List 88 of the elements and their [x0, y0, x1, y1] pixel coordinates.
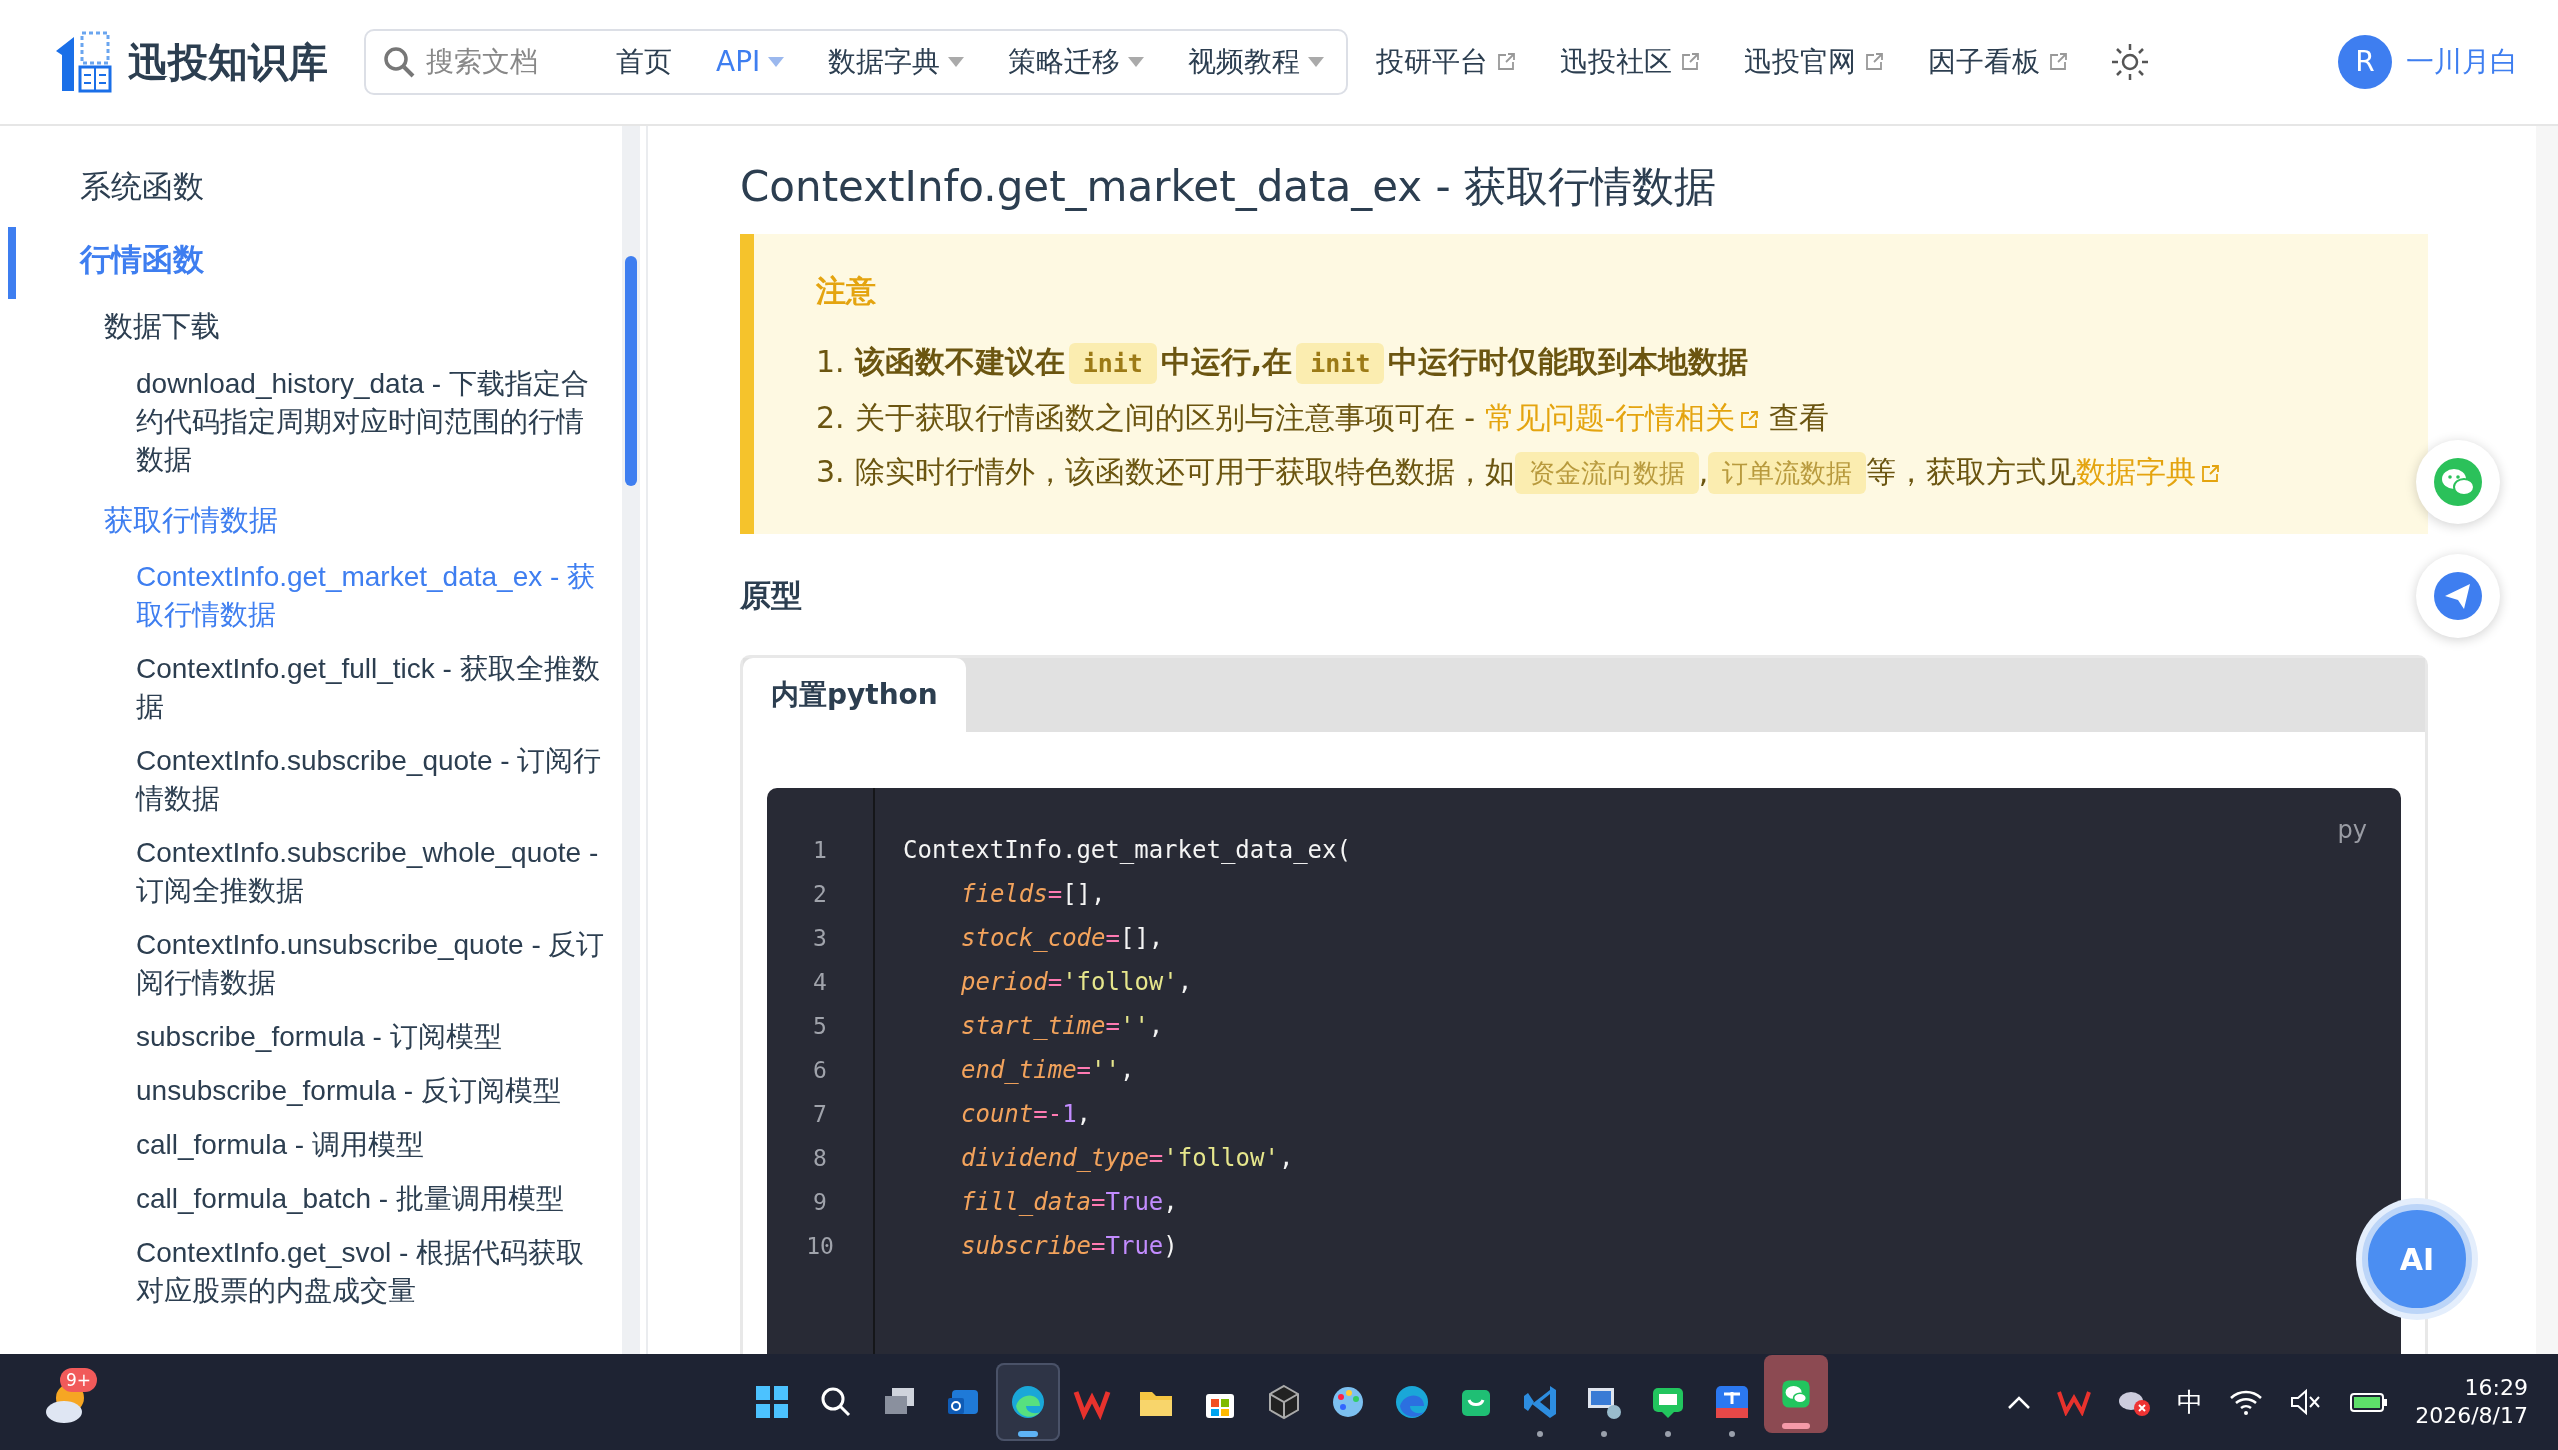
notice-text: 除实时行情外，该函数还可用于获取特色数据，如 资金流向数据 , 订单流数据 等，获取方式见数据字典 — [854, 445, 2221, 501]
data-tag: 订单流数据 — [1708, 452, 1867, 495]
chat-bubbles-icon — [2433, 457, 2483, 507]
list-number: 3. — [816, 453, 845, 492]
sidebar-item[interactable]: subscribe_formula - 订阅模型 — [0, 1016, 646, 1070]
code-line: dividend_type='follow', — [960, 1142, 1295, 1174]
line-number: 7 — [812, 1099, 828, 1129]
taskbar-app[interactable] — [996, 1363, 1060, 1441]
code-line: stock_code=[], — [960, 922, 1165, 954]
nav-link[interactable]: 迅投社区 — [1538, 41, 1723, 83]
data-tag: 资金流向数据 — [1514, 452, 1699, 495]
code-line: subscribe=True) — [960, 1230, 1179, 1262]
sidebar-item[interactable]: 数据下载 — [0, 299, 646, 363]
sidebar-item[interactable]: ContextInfo.unsubscribe_quote - 反订阅行情数据 — [0, 924, 646, 1016]
w-letter-icon — [2057, 1388, 2092, 1416]
scroll-thumb[interactable] — [625, 256, 637, 486]
line-number: 5 — [812, 1011, 828, 1041]
section-heading: 原型 — [740, 576, 803, 616]
notice-title: 注意 — [816, 272, 877, 311]
line-number: 8 — [812, 1143, 828, 1173]
code-line: fill_data=True, — [960, 1186, 1179, 1218]
line-number: 10 — [805, 1231, 835, 1261]
sidebar-item[interactable]: 系统函数 — [0, 154, 646, 227]
code-line: ContextInfo.get_market_data_ex( — [903, 834, 1351, 866]
sidebar-item[interactable]: ContextInfo.get_market_data_ex - 获取行情数据 — [0, 556, 646, 648]
site-logo-text[interactable]: 迅投知识库 — [128, 32, 328, 92]
search-field[interactable]: 搜索文档 首页 API 数据字典 策略迁移 视频教程 — [364, 29, 1349, 95]
caret-icon — [1308, 57, 1325, 67]
user-name[interactable]: 一川月白 — [2406, 41, 2518, 83]
nav-link[interactable]: 首页 — [594, 41, 694, 83]
code-line: start_time='', — [960, 1010, 1165, 1042]
sidebar-item[interactable]: ContextInfo.subscribe_quote - 订阅行情数据 — [0, 740, 646, 832]
list-number: 2. — [816, 399, 845, 438]
clock-time[interactable]: 16:29 — [2415, 1374, 2528, 1402]
caret-icon — [948, 57, 965, 67]
code-line: fields=[], — [960, 878, 1107, 910]
line-number: 2 — [812, 879, 828, 909]
line-number: 1 — [812, 835, 828, 865]
clock-date[interactable]: 2026/8/17 — [2415, 1402, 2528, 1430]
code-line: period='follow', — [960, 966, 1194, 998]
line-number: 3 — [812, 923, 828, 953]
paper-plane-icon — [2433, 571, 2483, 621]
nav-link[interactable]: 策略迁移 — [986, 41, 1167, 83]
code-tab[interactable]: 内置python — [743, 657, 966, 732]
nav-link[interactable]: 因子看板 — [1906, 41, 2091, 83]
caret-icon — [768, 57, 785, 67]
chevron-up-icon — [2007, 1394, 2032, 1410]
inline-code: init — [1296, 343, 1385, 385]
sidebar-item[interactable]: call_formula_batch - 批量调用模型 — [0, 1178, 646, 1232]
input-method-indicator[interactable]: 中 — [2177, 1382, 2204, 1422]
taskbar-app[interactable] — [1764, 1355, 1828, 1433]
sidebar-item[interactable]: ContextInfo.get_full_tick - 获取全推数据 — [0, 648, 646, 740]
external-link-icon — [1496, 52, 1517, 72]
sidebar-item[interactable]: unsubscribe_formula - 反订阅模型 — [0, 1070, 646, 1124]
sidebar-item[interactable]: ContextInfo.subscribe_whole_quote - 订阅全推数据 — [0, 832, 646, 924]
external-link-icon — [2048, 52, 2069, 72]
nav-link[interactable]: 迅投官网 — [1722, 41, 1907, 83]
external-link-icon — [2200, 463, 2221, 484]
line-number: 6 — [812, 1055, 828, 1085]
inline-code: init — [1068, 343, 1157, 385]
nav-link[interactable]: 投研平台 — [1354, 41, 1539, 83]
caret-icon — [1128, 57, 1145, 67]
code-line: end_time='', — [960, 1054, 1136, 1086]
sidebar-item[interactable]: call_formula - 调用模型 — [0, 1124, 646, 1178]
language-label: py — [2337, 814, 2367, 846]
sun-icon — [2110, 42, 2151, 82]
code-line: count=-1, — [960, 1098, 1093, 1130]
sidebar-item[interactable]: download_history_data - 下载指定合约代码指定周期对应时间范围的行情数据 — [0, 362, 646, 493]
line-number: 4 — [812, 967, 828, 997]
page-title: ContextInfo.get_market_data_ex - 获取行情数据 — [740, 162, 1718, 213]
sidebar-item[interactable]: ContextInfo.get_svol - 根据代码获取对应股票的内盘成交量 — [0, 1232, 646, 1324]
notice-text: 关于获取行情函数之间的区别与注意事项可在 - 常见问题-行情相关 查看 — [854, 399, 1829, 438]
external-link-icon — [1864, 52, 1885, 72]
sidebar-item[interactable]: 行情函数 — [0, 226, 646, 299]
send-button[interactable] — [2416, 554, 2500, 638]
external-link-icon — [1739, 409, 1760, 430]
line-number: 9 — [812, 1187, 828, 1217]
nav-link[interactable]: API — [694, 41, 807, 83]
user-avatar[interactable]: R — [2338, 35, 2392, 89]
search-icon — [382, 45, 416, 79]
wifi-icon — [2229, 1388, 2264, 1416]
nav-link[interactable]: 视频教程 — [1166, 41, 1347, 83]
notice-text: 该函数不建议在 init 中运行,在 init 中运行时仅能取到本地数据 — [854, 335, 1749, 392]
notification-badge: 9+ — [60, 1368, 98, 1392]
nav-link[interactable]: 数据字典 — [806, 41, 987, 83]
external-link-icon — [1680, 52, 1701, 72]
sidebar-item[interactable]: 获取行情数据 — [0, 492, 646, 556]
list-number: 1. — [816, 343, 845, 382]
